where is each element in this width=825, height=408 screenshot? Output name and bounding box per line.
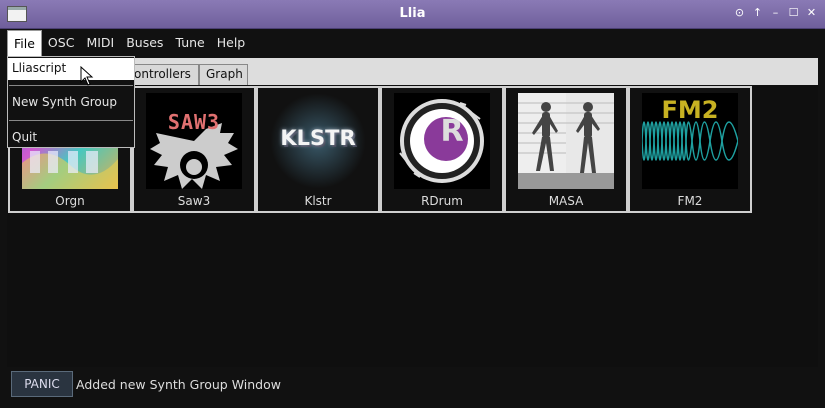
status-message: Added new Synth Group Window [76,377,281,392]
sticky-icon[interactable]: ⊙ [734,7,745,18]
fm2-art-text: FM2 [661,96,719,124]
mouse-cursor-icon [80,66,94,86]
menu-tune[interactable]: Tune [169,30,210,56]
menu-item-quit[interactable]: Quit [8,127,134,149]
synth-tile-masa[interactable]: MASA [504,86,628,213]
menu-file[interactable]: File [7,30,42,56]
menu-osc[interactable]: OSC [42,30,81,56]
rdrum-art-text: R [440,114,464,149]
maximize-icon[interactable]: ☐ [788,7,799,18]
synth-tile-klstr[interactable]: KLSTR Klstr [256,86,380,213]
menu-item-new-synth-group[interactable]: New Synth Group [8,92,134,114]
minimize-icon[interactable]: – [770,7,781,18]
saw3-image [146,93,242,189]
synth-label: MASA [548,194,584,208]
synth-tile-fm2[interactable]: FM2 FM2 [628,86,752,213]
synth-label: Klstr [304,194,332,208]
synth-tile-saw3[interactable]: SAW3 Saw3 [132,86,256,213]
menu-separator [9,85,133,86]
close-icon[interactable]: ✕ [806,7,817,18]
menu-help[interactable]: Help [211,30,252,56]
klstr-art-text: KLSTR [280,126,356,150]
menu-item-lliascript[interactable]: Lliascript [8,58,134,80]
raise-icon[interactable]: ↑ [752,7,763,18]
window-controls: ⊙ ↑ – ☐ ✕ [734,7,817,18]
file-menu-dropdown: Lliascript New Synth Group Quit [7,56,135,148]
menu-buses[interactable]: Buses [120,30,169,56]
window-title: Llia [399,6,426,21]
synth-label: Orgn [55,194,85,208]
tab-controllers[interactable]: ontrollers [131,64,199,85]
tab-graph[interactable]: Graph [199,64,248,85]
menu-bar: File OSC MIDI Buses Tune Help [0,30,825,56]
status-bar: PANIC Added new Synth Group Window [0,368,825,408]
title-bar[interactable]: Llia ⊙ ↑ – ☐ ✕ [0,0,825,29]
menu-separator [9,120,133,121]
panic-button[interactable]: PANIC [11,371,73,397]
masa-image [518,93,614,189]
synth-label: Saw3 [177,194,211,208]
synth-label: FM2 [677,194,703,208]
synth-label: RDrum [421,194,463,208]
synth-tile-rdrum[interactable]: R RDrum [380,86,504,213]
saw3-art-text: SAW3 [167,110,221,134]
menu-midi[interactable]: MIDI [80,30,120,56]
